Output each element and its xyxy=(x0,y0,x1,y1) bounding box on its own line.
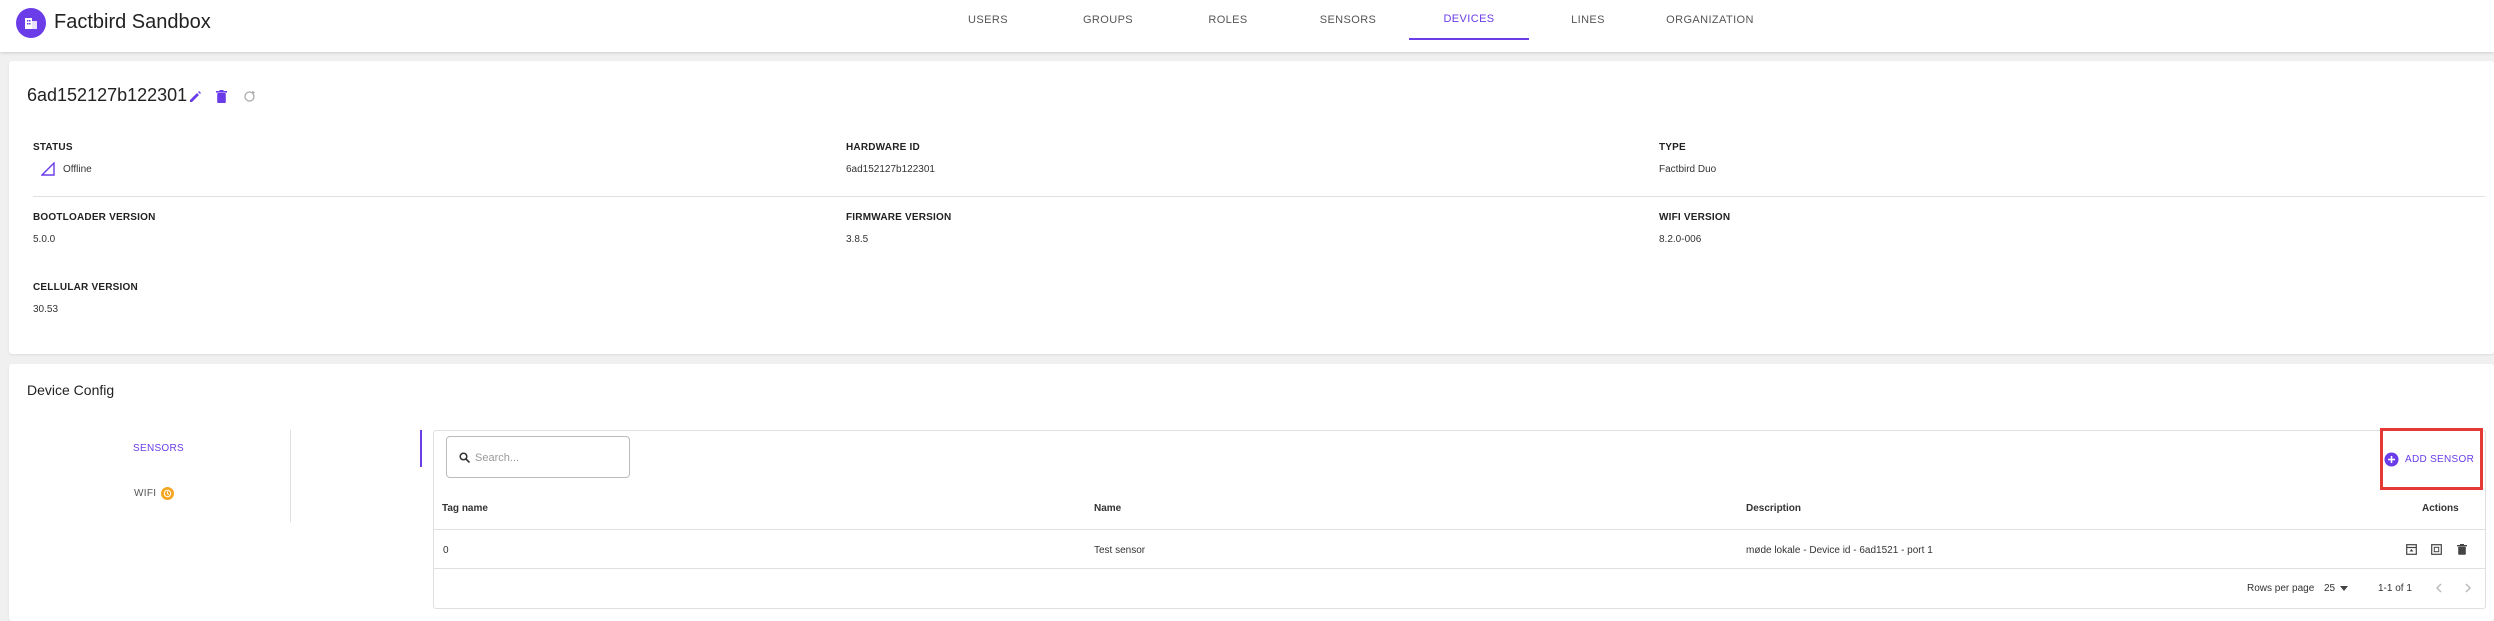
nav-tab-roles[interactable]: ROLES xyxy=(1203,0,1253,40)
info-divider xyxy=(33,196,2485,197)
search-field[interactable] xyxy=(446,436,630,478)
pagination-range: 1-1 of 1 xyxy=(2378,583,2412,594)
column-header-tag-name[interactable]: Tag name xyxy=(442,503,488,514)
bootloader-version-label: BOOTLOADER VERSION xyxy=(33,212,156,223)
warning-icon xyxy=(161,487,174,500)
edit-icon[interactable] xyxy=(187,88,203,104)
config-tab-sensors[interactable]: SENSORS xyxy=(133,443,184,454)
rows-per-page-select[interactable]: 25 xyxy=(2324,583,2349,594)
config-tabs-divider xyxy=(290,430,291,522)
cellular-version-value: 30.53 xyxy=(33,304,59,315)
search-icon xyxy=(459,452,470,463)
rows-per-page-label: Rows per page xyxy=(2247,583,2315,594)
column-header-name[interactable]: Name xyxy=(1094,503,1121,514)
column-header-actions: Actions xyxy=(2422,503,2459,514)
rows-per-page-value: 25 xyxy=(2324,583,2336,594)
top-app-bar: Factbird Sandbox USERS GROUPS ROLES SENS… xyxy=(0,0,2494,52)
next-page-icon[interactable] xyxy=(2461,581,2475,595)
app-title: Factbird Sandbox xyxy=(54,11,211,33)
prev-page-icon[interactable] xyxy=(2432,581,2446,595)
open-icon[interactable] xyxy=(2404,542,2418,556)
bootloader-version-value: 5.0.0 xyxy=(33,234,56,245)
wifi-version-label: WIFI VERSION xyxy=(1659,212,1731,223)
nav-tab-groups[interactable]: GROUPS xyxy=(1083,0,1133,40)
firmware-version-label: FIRMWARE VERSION xyxy=(846,212,952,223)
cell-description: møde lokale - Device id - 6ad1521 - port… xyxy=(1746,545,1933,556)
app-logo[interactable] xyxy=(16,8,46,38)
nav-tab-devices[interactable]: DEVICES xyxy=(1409,0,1529,40)
wifi-version-value: 8.2.0-006 xyxy=(1659,234,1702,245)
row-delete-icon[interactable] xyxy=(2455,542,2469,556)
table-header-divider xyxy=(434,529,2485,530)
highlight-box xyxy=(2380,428,2483,490)
expand-icon[interactable] xyxy=(2429,542,2443,556)
sensors-table-panel xyxy=(433,430,2486,609)
firmware-version-value: 3.8.5 xyxy=(846,234,869,245)
nav-tab-lines[interactable]: LINES xyxy=(1563,0,1613,40)
device-info-card xyxy=(9,61,2494,354)
device-config-title: Device Config xyxy=(27,382,115,398)
type-label: TYPE xyxy=(1659,142,1686,153)
signal-off-icon xyxy=(40,161,56,177)
status-label: STATUS xyxy=(33,142,73,153)
cellular-version-label: CELLULAR VERSION xyxy=(33,282,138,293)
hardware-id-value: 6ad152127b122301 xyxy=(846,164,935,175)
table-row-divider xyxy=(434,568,2485,569)
delete-icon[interactable] xyxy=(213,88,229,104)
hardware-id-label: HARDWARE ID xyxy=(846,142,920,153)
search-input[interactable] xyxy=(475,450,625,466)
nav-tab-organization[interactable]: ORGANIZATION xyxy=(1666,0,1753,40)
config-tab-wifi[interactable]: WIFI xyxy=(134,488,156,499)
caret-down-icon xyxy=(2340,586,2349,591)
nav-tab-sensors[interactable]: SENSORS xyxy=(1318,0,1378,40)
building-icon xyxy=(25,18,37,29)
nav-tab-users[interactable]: USERS xyxy=(963,0,1013,40)
device-title: 6ad152127b122301 xyxy=(27,85,188,105)
column-header-description[interactable]: Description xyxy=(1746,503,1801,514)
active-tab-indicator xyxy=(420,430,422,467)
refresh-icon[interactable] xyxy=(241,88,257,104)
status-value: Offline xyxy=(63,164,92,175)
cell-tag-name: 0 xyxy=(443,545,449,556)
type-value: Factbird Duo xyxy=(1659,164,1717,175)
cell-name: Test sensor xyxy=(1094,545,1146,556)
